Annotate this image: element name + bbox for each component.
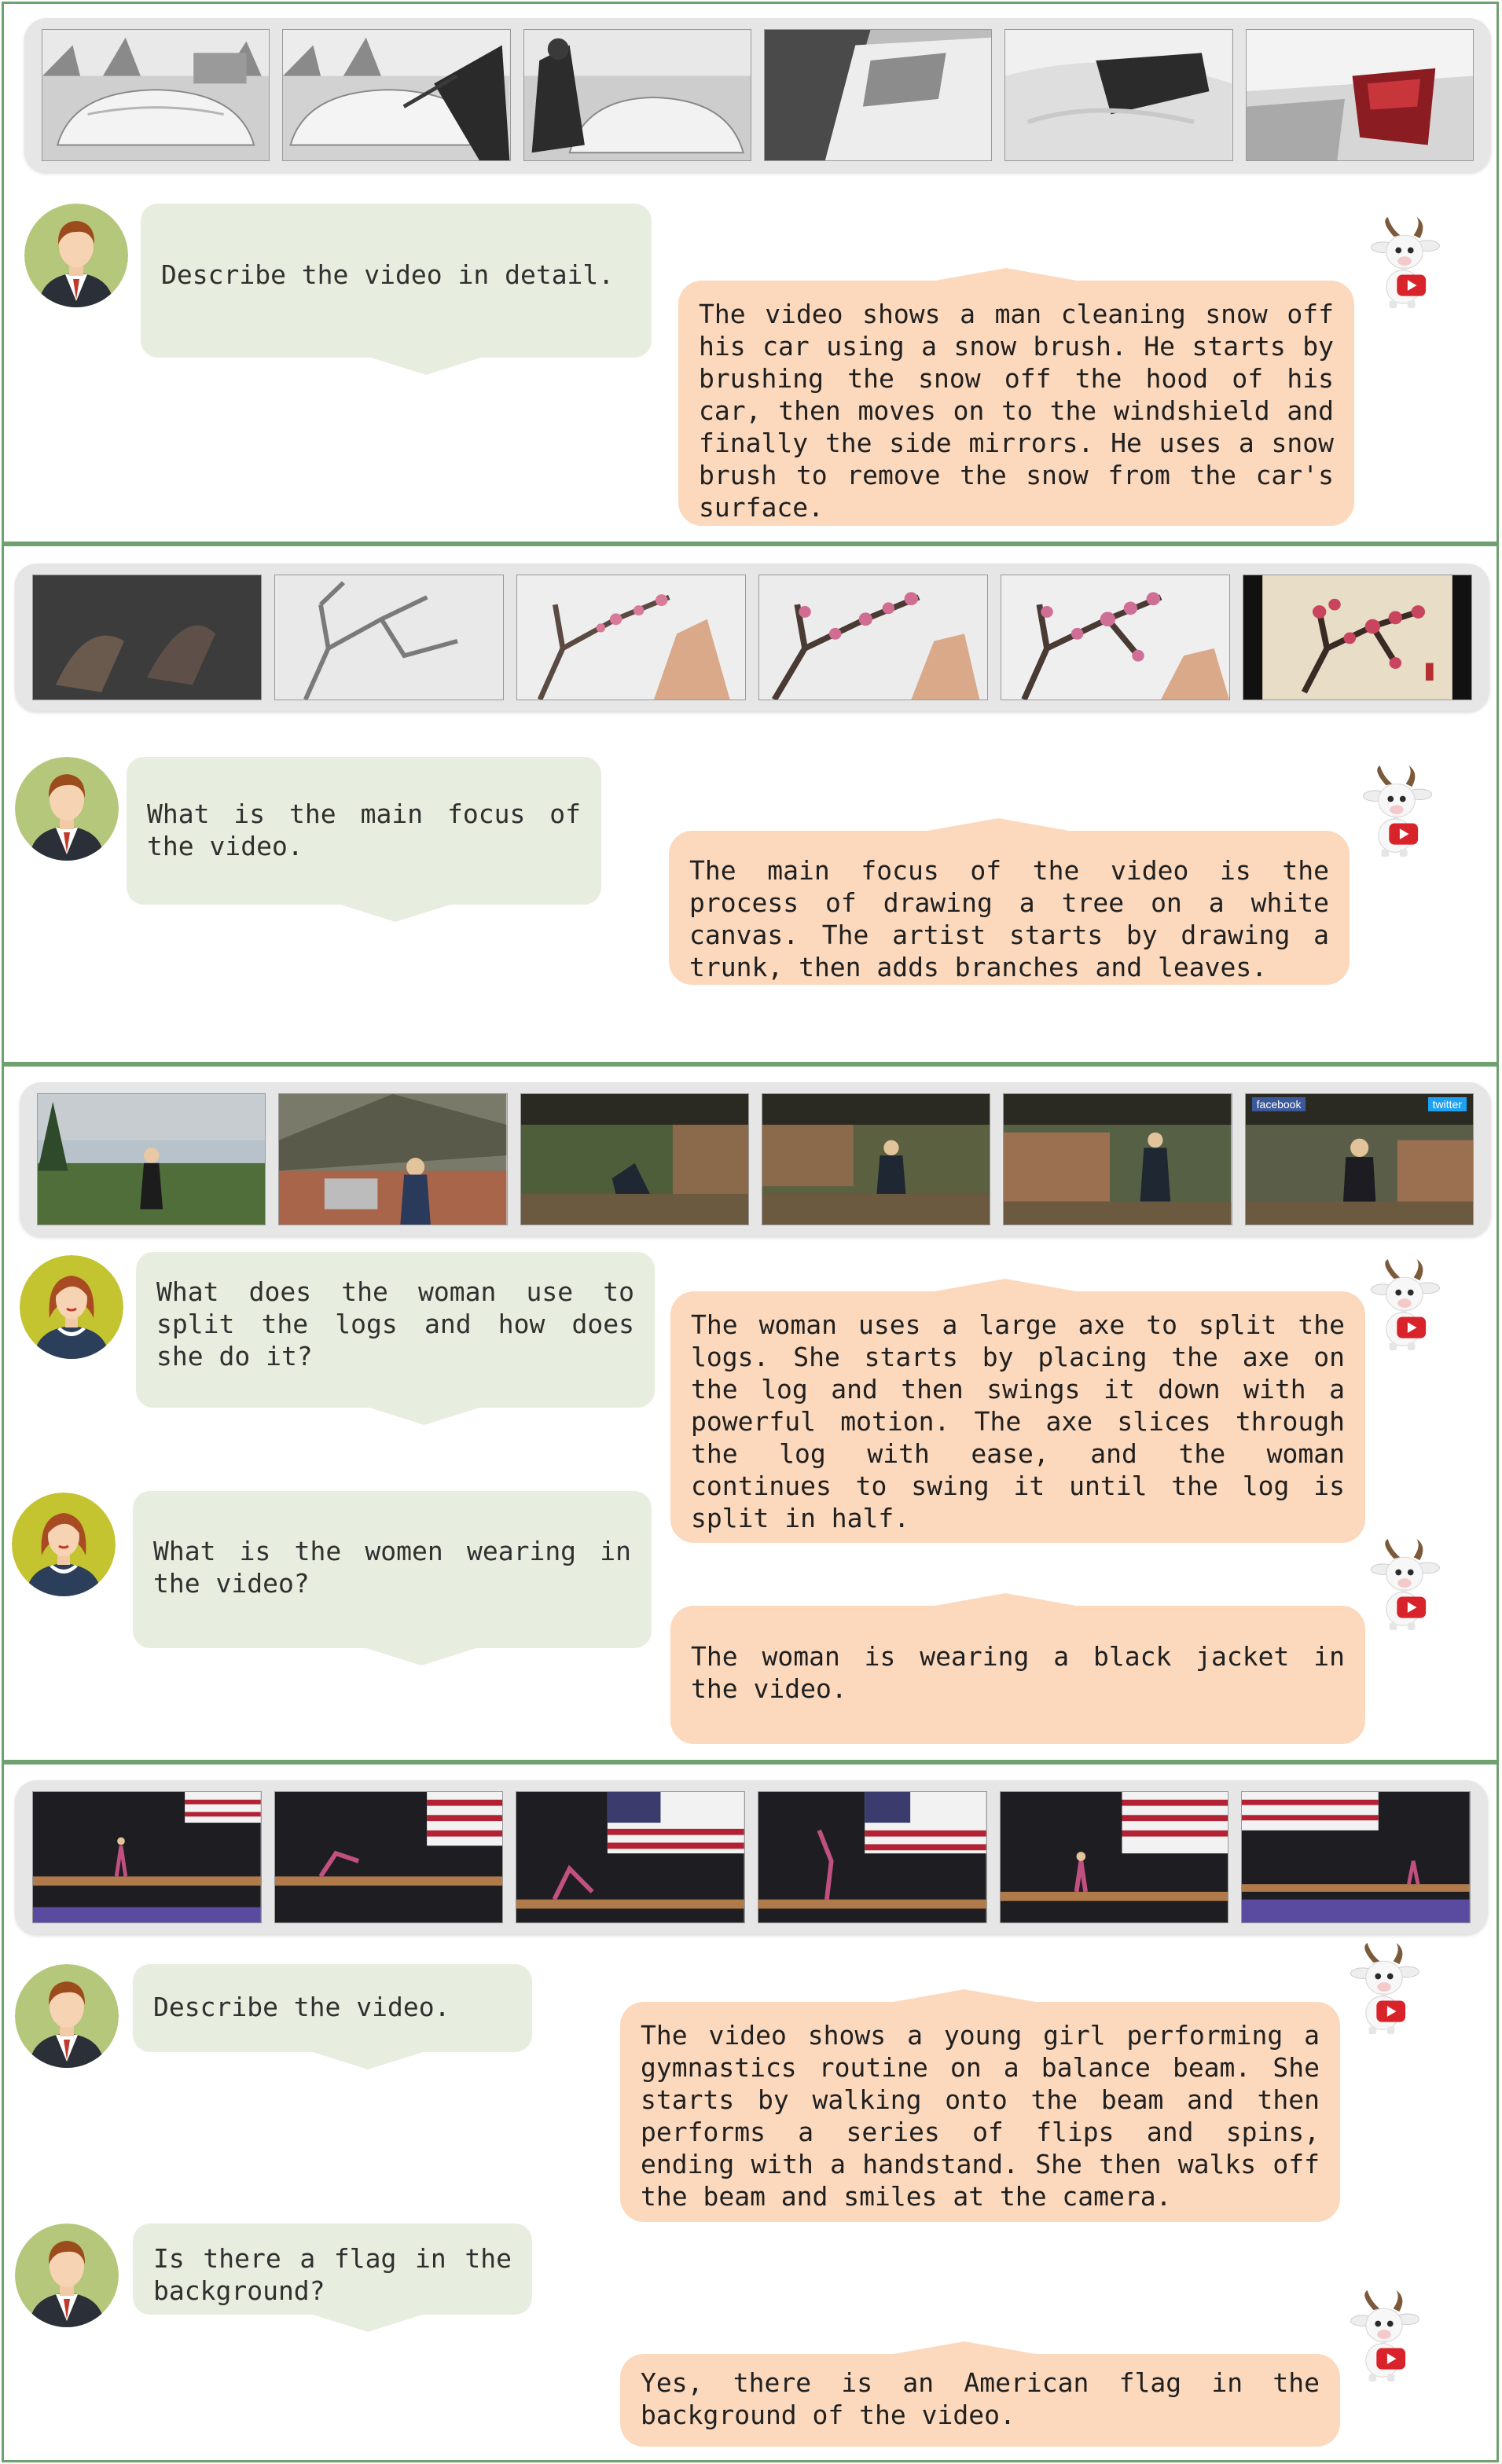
- user-question-bubble: What does the woman use to split the log…: [136, 1252, 655, 1425]
- example-panel-3: facebook twitter What does the woman use…: [2, 1064, 1499, 1762]
- video-frame: [763, 29, 993, 161]
- assistant-answer-text: The video shows a young girl performing …: [641, 2020, 1320, 2212]
- video-frame-strip: facebook twitter: [20, 1082, 1491, 1236]
- video-frame: [523, 29, 751, 161]
- user-question-bubble: Describe the video.: [133, 1964, 532, 2069]
- user-question-bubble: Describe the video in detail.: [141, 204, 652, 375]
- video-frame: [758, 575, 988, 700]
- video-frame: [1243, 575, 1472, 700]
- assistant-answer-bubble: The video shows a young girl performing …: [620, 1989, 1340, 2222]
- assistant-answer-bubble: The video shows a man cleaning snow off …: [678, 268, 1354, 526]
- assistant-answer-text: The woman is wearing a black jacket in t…: [691, 1641, 1345, 1704]
- user-avatar-male-icon: [15, 1964, 119, 2068]
- goat-mascot-icon: [1350, 765, 1444, 859]
- video-frame: [999, 1791, 1229, 1923]
- example-panel-4: Describe the video. The video shows a yo…: [2, 1762, 1499, 2462]
- assistant-answer-text: Yes, there is an American flag in the ba…: [641, 2367, 1320, 2430]
- example-panel-1: Describe the video in detail. The video …: [2, 2, 1499, 544]
- video-frame: [516, 575, 746, 700]
- video-frame: [32, 575, 262, 700]
- user-question-text: What is the women wearing in the video?: [153, 1536, 631, 1599]
- twitter-logo: twitter: [1427, 1097, 1467, 1111]
- video-frame: [42, 29, 270, 161]
- video-frame: [274, 1791, 504, 1923]
- video-frame: [32, 1791, 262, 1923]
- goat-mascot-icon: [1337, 2290, 1431, 2384]
- user-avatar-male-icon: [24, 204, 128, 307]
- assistant-answer-bubble: The woman is wearing a black jacket in t…: [670, 1593, 1365, 1744]
- user-avatar-male-icon: [15, 2223, 119, 2327]
- assistant-answer-bubble: Yes, there is an American flag in the ba…: [620, 2341, 1340, 2447]
- goat-mascot-icon: [1357, 216, 1452, 310]
- video-frame: [758, 1791, 987, 1923]
- goat-mascot-icon: [1357, 1538, 1452, 1632]
- video-frame: [37, 1093, 266, 1225]
- video-frame: [1245, 29, 1474, 161]
- assistant-answer-bubble: The woman uses a large axe to split the …: [670, 1279, 1365, 1543]
- video-frame: [761, 1093, 991, 1225]
- video-frame: [1004, 29, 1233, 161]
- video-frame-strip: [15, 1780, 1488, 1934]
- goat-mascot-icon: [1337, 1942, 1431, 2036]
- video-frame: [1001, 575, 1230, 700]
- video-frame: [282, 29, 511, 161]
- video-frame: [278, 1093, 508, 1225]
- user-question-text: What does the woman use to split the log…: [156, 1276, 634, 1372]
- user-question-text: Describe the video in detail.: [161, 259, 615, 290]
- assistant-answer-text: The woman uses a large axe to split the …: [691, 1309, 1345, 1533]
- user-avatar-female-icon: [12, 1493, 116, 1596]
- example-panel-2: What is the main focus of the video. The…: [2, 544, 1499, 1064]
- assistant-answer-text: The main focus of the video is the proce…: [689, 855, 1329, 982]
- user-avatar-male-icon: [15, 757, 119, 861]
- user-question-text: Is there a flag in the background?: [153, 2243, 512, 2306]
- assistant-answer-text: The video shows a man cleaning snow off …: [699, 299, 1334, 523]
- video-frame: [520, 1093, 749, 1225]
- facebook-logo: facebook: [1251, 1097, 1306, 1111]
- video-frame: [1241, 1791, 1471, 1923]
- user-question-bubble: Is there a flag in the background?: [133, 2223, 532, 2332]
- user-avatar-female-icon: [20, 1255, 123, 1359]
- user-question-bubble: What is the main focus of the video.: [127, 757, 601, 922]
- user-question-text: Describe the video.: [153, 1992, 450, 2022]
- video-frame: [274, 575, 504, 700]
- video-frame: facebook twitter: [1244, 1093, 1474, 1225]
- video-frame: [1003, 1093, 1232, 1225]
- video-frame: [516, 1791, 746, 1923]
- user-question-text: What is the main focus of the video.: [147, 799, 581, 861]
- assistant-answer-bubble: The main focus of the video is the proce…: [669, 818, 1350, 985]
- goat-mascot-icon: [1357, 1258, 1452, 1353]
- user-question-bubble: What is the women wearing in the video?: [133, 1491, 652, 1665]
- video-frame-strip: [15, 564, 1489, 711]
- video-frame-strip: [24, 18, 1491, 172]
